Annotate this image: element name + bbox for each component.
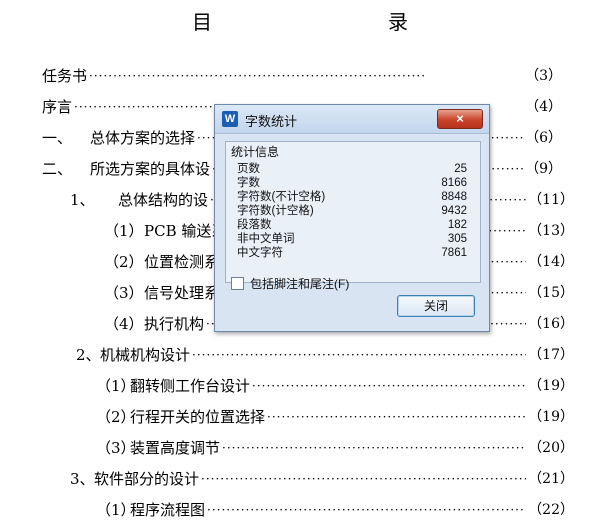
toc-page-number: （21） — [528, 471, 574, 487]
statistics-group-label: 统计信息 — [229, 143, 282, 160]
stat-label: 非中文单词 — [237, 233, 295, 245]
toc-entry-number: 2、 — [76, 346, 101, 364]
stat-label: 中文字符 — [237, 247, 283, 259]
toc-entry-text: 总体方案的选择 — [90, 129, 196, 147]
toc-page-number: （6） — [525, 130, 562, 146]
toc-page-number: （16） — [528, 316, 574, 332]
toc-entry-text: 所选方案的具体设 — [90, 160, 211, 178]
toc-leader-dots: ········································… — [207, 503, 527, 517]
dialog-titlebar[interactable]: W 字数统计 × — [215, 105, 489, 134]
toc-entry[interactable]: 2、 机械机构设计 ······························… — [76, 342, 574, 368]
toc-entry[interactable]: （2） 行程开关的位置选择 ··························… — [96, 404, 574, 430]
toc-page-number: （3） — [525, 68, 562, 84]
toc-entry-text: 位置检测系 — [144, 253, 220, 271]
include-footnotes-option[interactable]: 包括脚注和尾注(F) — [231, 275, 349, 292]
stat-value: 8166 — [441, 177, 467, 189]
stat-value: 25 — [454, 163, 467, 175]
toc-entry-number: （2） — [96, 408, 136, 426]
include-footnotes-checkbox[interactable] — [231, 277, 244, 290]
toc-entry-text: 翻转侧工作台设计 — [130, 377, 251, 395]
stat-value: 182 — [447, 219, 467, 231]
toc-page-number: （22） — [528, 502, 574, 518]
toc-entry-number: 3、 — [70, 470, 95, 488]
page-title: 目 录 — [192, 10, 486, 34]
toc-leader-dots: ········································… — [267, 410, 527, 424]
toc-entry-text: 序言 — [42, 98, 73, 116]
toc-entry-text: 机械机构设计 — [100, 346, 191, 364]
toc-entry-text: 执行机构 — [144, 315, 205, 333]
toc-entry[interactable]: （1） 翻转侧工作台设计 ···························… — [96, 373, 574, 399]
include-footnotes-label: 包括脚注和尾注(F) — [250, 277, 350, 291]
stat-row-words: 字数 8166 — [237, 177, 467, 190]
stat-value: 8848 — [441, 191, 467, 203]
toc-page-number: （11） — [528, 192, 574, 208]
stat-row-paragraphs: 段落数 182 — [237, 219, 467, 232]
stat-row-chinese-chars: 中文字符 7861 — [237, 247, 467, 260]
toc-entry-number: （2） — [104, 253, 144, 271]
toc-leader-dots: ········································… — [252, 379, 527, 393]
stat-value: 7861 — [441, 247, 467, 259]
dialog-title: 字数统计 — [245, 114, 298, 129]
stat-row-pages: 页数 25 — [237, 163, 467, 176]
toc-entry[interactable]: 任务书 ····································… — [42, 63, 562, 89]
toc-entry-number: 1、 — [70, 191, 95, 209]
toc-page-number: （9） — [525, 161, 562, 177]
word-count-dialog: W 字数统计 × 统计信息 页数 25 字数 8166 字符数(不计空格) 88… — [214, 104, 490, 332]
toc-entry-number: （4） — [104, 315, 144, 333]
close-icon[interactable]: × — [437, 109, 483, 129]
toc-entry[interactable]: （3） 装置高度调节 ·····························… — [96, 435, 574, 461]
toc-entry-number: 二、 — [42, 160, 73, 178]
toc-leader-dots: ········································… — [192, 348, 527, 362]
toc-page-number: （20） — [528, 440, 574, 456]
toc-entry[interactable]: 3、 软件部分的设计 ·····························… — [70, 466, 574, 492]
toc-entry-number: （1） — [104, 222, 144, 240]
toc-page-number: （17） — [528, 347, 574, 363]
toc-page-number: （15） — [528, 285, 574, 301]
toc-entry-number: 一、 — [42, 129, 73, 147]
toc-page-number: （19） — [528, 409, 574, 425]
stat-row-non-chinese-words: 非中文单词 305 — [237, 233, 467, 246]
toc-page-number: （4） — [525, 99, 562, 115]
stat-label: 字符数(计空格) — [237, 205, 314, 217]
stat-value: 9432 — [441, 205, 467, 217]
toc-entry-text: 软件部分的设计 — [94, 470, 200, 488]
toc-entry-text: 总体结构的设 — [118, 191, 209, 209]
toc-entry-text: 行程开关的位置选择 — [130, 408, 266, 426]
toc-entry-text: 装置高度调节 — [130, 439, 221, 457]
stat-label: 页数 — [237, 163, 260, 175]
stat-label: 段落数 — [237, 219, 272, 231]
toc-leader-dots: ········································… — [222, 441, 527, 455]
stat-label: 字符数(不计空格) — [237, 191, 326, 203]
close-button[interactable]: 关闭 — [397, 295, 475, 317]
stat-label: 字数 — [237, 177, 260, 189]
toc-entry-number: （3） — [96, 439, 136, 457]
stat-row-chars-with-spaces: 字符数(计空格) 9432 — [237, 205, 467, 218]
toc-entry-text: 任务书 — [42, 67, 88, 85]
toc-leader-dots: ········································… — [201, 472, 527, 486]
toc-page-number: （19） — [528, 378, 574, 394]
toc-leader-dots: ········································… — [89, 69, 427, 83]
stat-value: 305 — [447, 233, 467, 245]
toc-page-number: （14） — [528, 254, 574, 270]
wps-writer-icon: W — [222, 111, 238, 127]
toc-entry-text: 信号处理系 — [144, 284, 220, 302]
toc-entry-text: 程序流程图 — [130, 501, 206, 519]
toc-page-number: （13） — [528, 223, 574, 239]
toc-entry-number: （3） — [104, 284, 144, 302]
toc-entry-number: （1） — [96, 377, 136, 395]
toc-entry[interactable]: （1） 程序流程图 ······························… — [96, 497, 574, 523]
stat-row-chars-no-spaces: 字符数(不计空格) 8848 — [237, 191, 467, 204]
toc-entry-number: （1） — [96, 501, 136, 519]
